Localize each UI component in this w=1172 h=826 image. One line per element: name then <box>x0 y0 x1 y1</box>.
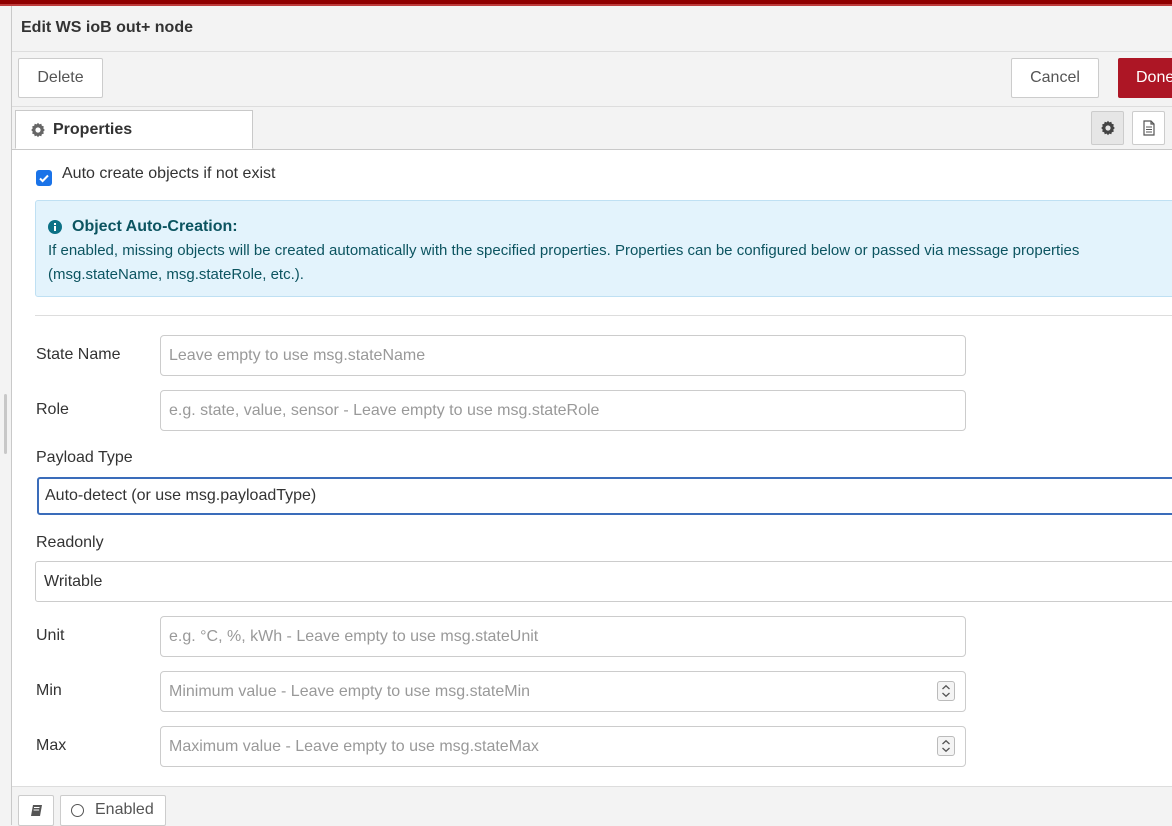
workspace-edge <box>0 6 11 825</box>
unit-label: Unit <box>36 627 65 644</box>
auto-create-label: Auto create objects if not exist <box>62 165 276 182</box>
tray-header: Edit WS ioB out+ node <box>12 6 1172 52</box>
node-settings-button[interactable] <box>1091 111 1124 145</box>
info-title: Object Auto-Creation: <box>72 218 238 235</box>
max-input[interactable] <box>160 726 966 767</box>
max-spinner[interactable] <box>937 736 955 756</box>
payload-type-select[interactable]: Auto-detect (or use msg.payloadType) <box>37 477 1172 515</box>
dialog-title: Edit WS ioB out+ node <box>21 19 193 36</box>
role-label: Role <box>36 401 69 418</box>
spinner-icon <box>942 739 950 753</box>
delete-button[interactable]: Delete <box>18 58 103 98</box>
check-icon <box>39 174 49 183</box>
tab-properties-label: Properties <box>53 121 133 138</box>
node-help-button[interactable] <box>18 795 54 826</box>
tray-toolbar: Delete Cancel Done <box>12 52 1172 107</box>
edit-tray: Edit WS ioB out+ node Delete Cancel Done… <box>11 6 1172 826</box>
auto-create-checkbox[interactable] <box>36 170 52 186</box>
unit-input[interactable] <box>160 616 966 657</box>
divider <box>35 315 1172 316</box>
enabled-label: Enabled <box>95 801 154 818</box>
min-spinner[interactable] <box>937 681 955 701</box>
state-name-label: State Name <box>36 346 121 363</box>
tabs-bar: Properties <box>12 107 1172 150</box>
tab-properties[interactable]: Properties <box>15 110 253 149</box>
info-icon <box>48 220 62 234</box>
payload-type-value: Auto-detect (or use msg.payloadType) <box>45 487 317 504</box>
resize-handle[interactable] <box>4 394 7 454</box>
node-description-button[interactable] <box>1132 111 1165 145</box>
info-text: If enabled, missing objects will be crea… <box>48 242 1080 283</box>
readonly-label: Readonly <box>36 534 104 551</box>
cancel-button[interactable]: Cancel <box>1011 58 1099 98</box>
min-input[interactable] <box>160 671 966 712</box>
book-icon <box>31 805 42 816</box>
done-button[interactable]: Done <box>1118 58 1172 98</box>
payload-type-label: Payload Type <box>36 449 133 466</box>
properties-panel: Auto create objects if not exist Object … <box>12 150 1172 786</box>
spinner-icon <box>942 684 950 698</box>
readonly-select[interactable]: Writable <box>35 561 1172 602</box>
gear-icon <box>30 122 46 138</box>
tray-footer: Enabled <box>12 786 1172 826</box>
readonly-value: Writable <box>44 573 103 590</box>
enabled-toggle[interactable]: Enabled <box>60 795 166 826</box>
radio-icon <box>71 804 84 817</box>
min-label: Min <box>36 682 62 699</box>
info-box: Object Auto-Creation: If enabled, missin… <box>35 200 1172 297</box>
max-label: Max <box>36 737 67 754</box>
role-input[interactable] <box>160 390 966 431</box>
state-name-input[interactable] <box>160 335 966 376</box>
